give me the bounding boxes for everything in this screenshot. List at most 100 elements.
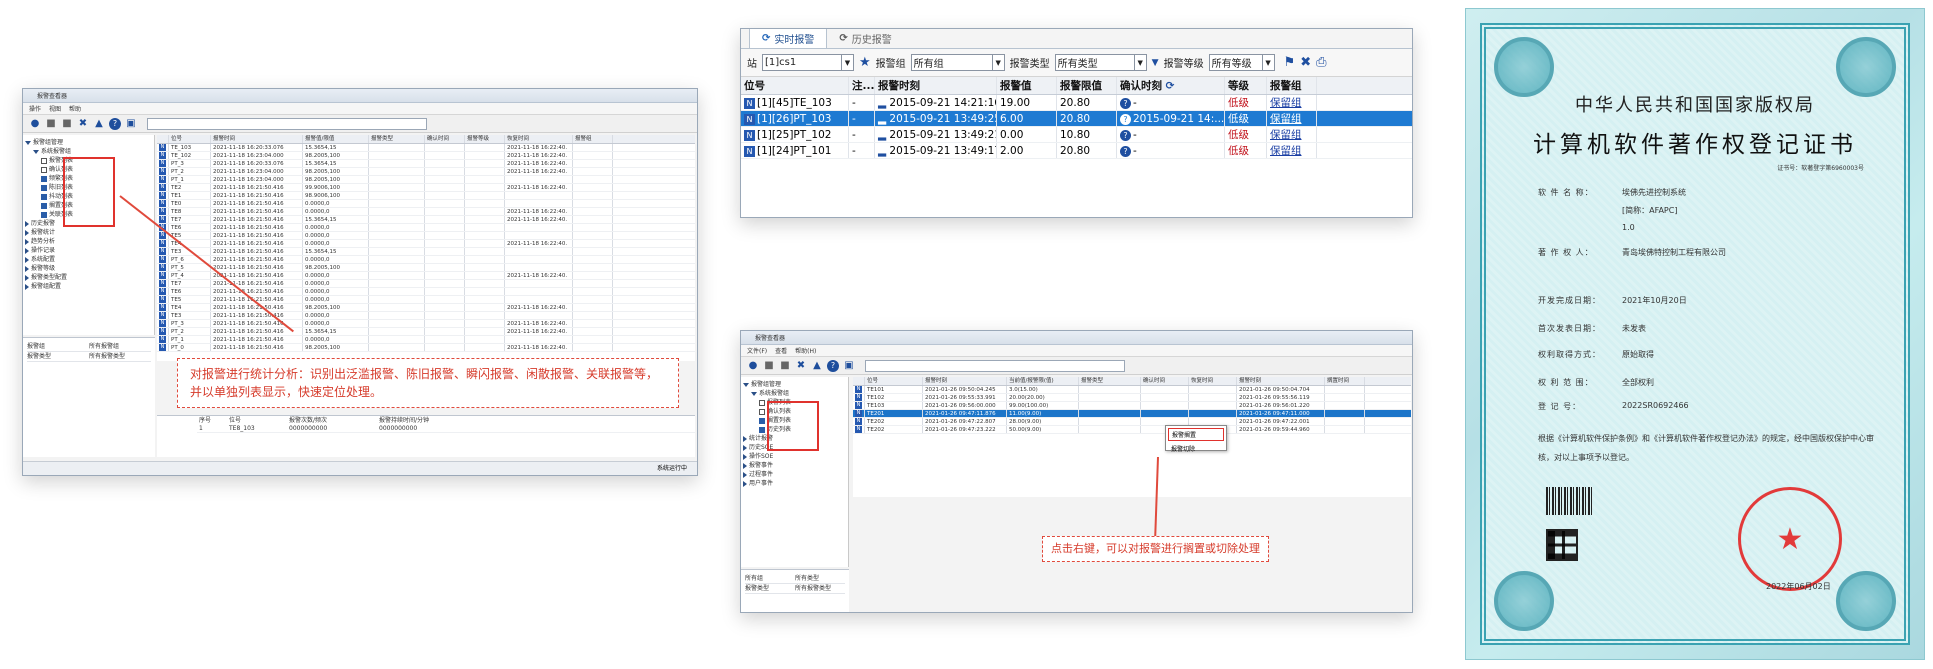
grid-row[interactable]: N TE5 2021-11-18 16:21:50.416 0.0000,0 bbox=[157, 232, 695, 240]
tree-item[interactable]: 操作SOE bbox=[743, 452, 846, 461]
property-row[interactable]: 报警类型 所有报警类型 bbox=[27, 352, 151, 362]
grid-header-cell[interactable]: 搁置时间 bbox=[1325, 377, 1365, 385]
grid-row[interactable]: N PT_3 2021-11-18 16:21:50.416 0.0000,0 2021… bbox=[157, 320, 695, 328]
grid-header-cell[interactable]: 报警时刻 bbox=[923, 377, 1007, 385]
grid-header-cell[interactable]: 报警时刻 bbox=[1237, 377, 1325, 385]
grid-icon[interactable]: ▣ bbox=[125, 118, 137, 130]
expand-right-icon[interactable] bbox=[743, 480, 747, 487]
tools-icon[interactable]: ✖ bbox=[795, 360, 807, 372]
filter-icon[interactable]: ▲ bbox=[93, 118, 105, 130]
grid-row[interactable]: N TE_102 2021-11-18 16:23:04.000 98.2005,10… bbox=[157, 152, 695, 160]
alarm-header-cell[interactable]: 报警时刻 bbox=[875, 77, 997, 94]
tools-icon[interactable]: ✖ bbox=[1300, 55, 1311, 70]
expand-right-icon[interactable] bbox=[743, 471, 747, 478]
type-select[interactable]: 所有类型 ▼ bbox=[1054, 54, 1147, 71]
alarm-header-cell[interactable]: 报警值 bbox=[997, 77, 1057, 94]
tree-item[interactable]: 系统报警组 bbox=[25, 147, 152, 156]
menu-item[interactable]: 帮助 bbox=[69, 104, 81, 113]
grid-header-cell[interactable]: 确认时间 bbox=[425, 135, 465, 143]
grid-row[interactable]: N TE103 2021-01-26 09:56:00.000 99.00(100.0… bbox=[853, 402, 1411, 410]
grid-header-cell[interactable]: 报警类型 bbox=[1079, 377, 1141, 385]
expand-right-icon[interactable] bbox=[743, 435, 747, 442]
grid-header-cell[interactable]: 位号 bbox=[865, 377, 923, 385]
group-select[interactable]: 所有组 ▼ bbox=[910, 54, 1005, 71]
context-menu-item-cutout[interactable]: 报警切除 bbox=[1168, 443, 1224, 454]
grid-row[interactable]: N PT_5 2021-11-18 16:21:50.416 98.2005,100 bbox=[157, 264, 695, 272]
print-preview-icon[interactable]: ■ bbox=[61, 118, 73, 130]
tools-icon[interactable]: ✖ bbox=[77, 118, 89, 130]
grid-row[interactable]: N TE4 2021-11-18 16:21:50.416 98.2005,100 20… bbox=[157, 304, 695, 312]
grid-header-cell[interactable]: 确认时间 bbox=[1141, 377, 1189, 385]
grid-row[interactable]: N TE0 2021-11-18 16:21:50.416 0.0000,0 bbox=[157, 200, 695, 208]
tag-icon[interactable]: ⚑ bbox=[1284, 55, 1296, 70]
station-select[interactable]: [1]cs1 ▼ bbox=[762, 54, 854, 71]
expand-down-icon[interactable] bbox=[25, 140, 31, 145]
grid-header-cell[interactable]: 恢复时间 bbox=[505, 135, 573, 143]
grid-row[interactable]: N PT_2 2021-11-18 16:23:04.000 98.2005,100 2… bbox=[157, 168, 695, 176]
ack-question-icon[interactable]: ? bbox=[1120, 129, 1131, 141]
grid-row[interactable]: N PT_3 2021-11-18 16:20:33.076 15.3654,15 20… bbox=[157, 160, 695, 168]
print-icon[interactable]: ■ bbox=[45, 118, 57, 130]
context-menu-item-shelve[interactable]: 报警搁置 bbox=[1168, 428, 1224, 441]
ack-question-icon[interactable]: ? bbox=[1120, 145, 1131, 157]
help-icon[interactable]: ? bbox=[827, 359, 839, 372]
tab-realtime-alarm[interactable]: ⟳ 实时报警 bbox=[749, 29, 828, 48]
tree-item[interactable]: 过程事件 bbox=[743, 470, 846, 479]
grid-header-cell[interactable]: 位号 bbox=[169, 135, 211, 143]
grid-row[interactable]: N TE3 2021-11-18 16:21:50.416 15.3654,15 bbox=[157, 248, 695, 256]
expand-down-icon[interactable] bbox=[33, 149, 39, 154]
grid-row[interactable]: N TE202 2021-01-26 09:47:23.222 50.00(9.00)… bbox=[853, 426, 1411, 434]
property-row[interactable]: 报警组 所有报警组 bbox=[27, 342, 151, 352]
grid-header-cell[interactable]: 报警类型 bbox=[369, 135, 425, 143]
alarm-row[interactable]: N [1][26]PT_103- ▂ 2015-09-21 13:49:25 6.00… bbox=[741, 111, 1412, 127]
refresh-icon[interactable]: ⟳ bbox=[1162, 80, 1175, 92]
tree-item[interactable]: 报警组配置 bbox=[25, 282, 152, 291]
tree-item[interactable]: 报警统计 bbox=[25, 228, 152, 237]
expand-right-icon[interactable] bbox=[25, 238, 29, 245]
grid-row[interactable]: N TE102 2021-01-26 09:55:33.991 20.00(20.00… bbox=[853, 394, 1411, 402]
alarm-header-cell[interactable]: 报警限值 bbox=[1057, 77, 1117, 94]
alarm-header-cell[interactable]: 注... bbox=[849, 77, 875, 94]
ack-question-icon[interactable]: ? bbox=[1120, 97, 1131, 109]
expand-right-icon[interactable] bbox=[25, 265, 29, 272]
tree-item[interactable]: 系统配置 bbox=[25, 255, 152, 264]
grid-row[interactable]: N TE7 2021-11-18 16:21:50.416 15.3654,15 202… bbox=[157, 216, 695, 224]
grid-header-cell[interactable]: 恢复时间 bbox=[1189, 377, 1237, 385]
expand-down-icon[interactable] bbox=[751, 391, 757, 396]
grid-row[interactable]: N TE8 2021-11-18 16:21:50.416 0.0000,0 2021-… bbox=[157, 208, 695, 216]
grid-header-cell[interactable]: 报警时间 bbox=[211, 135, 303, 143]
alarm-row[interactable]: N [1][45]TE_103- ▂ 2015-09-21 14:21:16 19.0… bbox=[741, 95, 1412, 111]
grid-row[interactable]: N TE2 2021-11-18 16:21:50.416 99.9006,100 20… bbox=[157, 184, 695, 192]
tab-history-alarm[interactable]: ⟳ 历史报警 bbox=[827, 29, 903, 48]
grid-header-cell[interactable]: 报警值/限值 bbox=[303, 135, 369, 143]
tree-item[interactable]: 系统报警组 bbox=[743, 389, 846, 398]
grid-row[interactable]: N PT_4 2021-11-18 16:21:50.416 0.0000,0 2021… bbox=[157, 272, 695, 280]
tree-item[interactable]: 报警组管理 bbox=[743, 380, 846, 389]
expand-right-icon[interactable] bbox=[25, 256, 29, 263]
left-search-input[interactable] bbox=[147, 117, 427, 130]
alarm-header-cell[interactable]: 报警组 bbox=[1267, 77, 1317, 94]
expand-right-icon[interactable] bbox=[743, 444, 747, 451]
grid-row[interactable]: N PT_6 2021-11-18 16:21:50.416 0.0000,0 bbox=[157, 256, 695, 264]
grid-row[interactable]: NTE62021-11-18 16:21:50.4160.0000,0 bbox=[157, 224, 695, 232]
print-icon[interactable]: ■ bbox=[763, 360, 775, 372]
bottom-search-input[interactable] bbox=[865, 359, 1125, 372]
grid-row[interactable]: N PT_2 2021-11-18 16:21:50.416 15.3654,15 20… bbox=[157, 328, 695, 336]
ack-question-icon[interactable]: ? bbox=[1120, 113, 1131, 125]
menu-item[interactable]: 查看 bbox=[775, 346, 787, 355]
menu-item[interactable]: 文件(F) bbox=[747, 346, 767, 355]
expand-right-icon[interactable] bbox=[25, 283, 29, 290]
users-icon[interactable]: ● bbox=[747, 360, 759, 372]
expand-right-icon[interactable] bbox=[25, 229, 29, 236]
grid-icon[interactable]: ▣ bbox=[843, 360, 855, 372]
tree-item[interactable]: 用户事件 bbox=[743, 479, 846, 488]
menu-item[interactable]: 操作 bbox=[29, 104, 41, 113]
property-row[interactable]: 报警类型 所有报警类型 bbox=[745, 584, 845, 594]
grid-row[interactable]: N PT_1 2021-11-18 16:23:04.000 98.2005,100 bbox=[157, 176, 695, 184]
grid-row[interactable]: N TE101 2021-01-26 09:50:04.245 3.0(15.00) 2… bbox=[853, 386, 1411, 394]
property-row[interactable]: 所有组 所有类型 bbox=[745, 574, 845, 584]
tree-item[interactable]: 操作记录 bbox=[25, 246, 152, 255]
print-preview-icon[interactable]: ■ bbox=[779, 360, 791, 372]
level-select[interactable]: 所有等级 ▼ bbox=[1208, 54, 1275, 71]
alarm-header-cell[interactable]: 等级 bbox=[1225, 77, 1267, 94]
